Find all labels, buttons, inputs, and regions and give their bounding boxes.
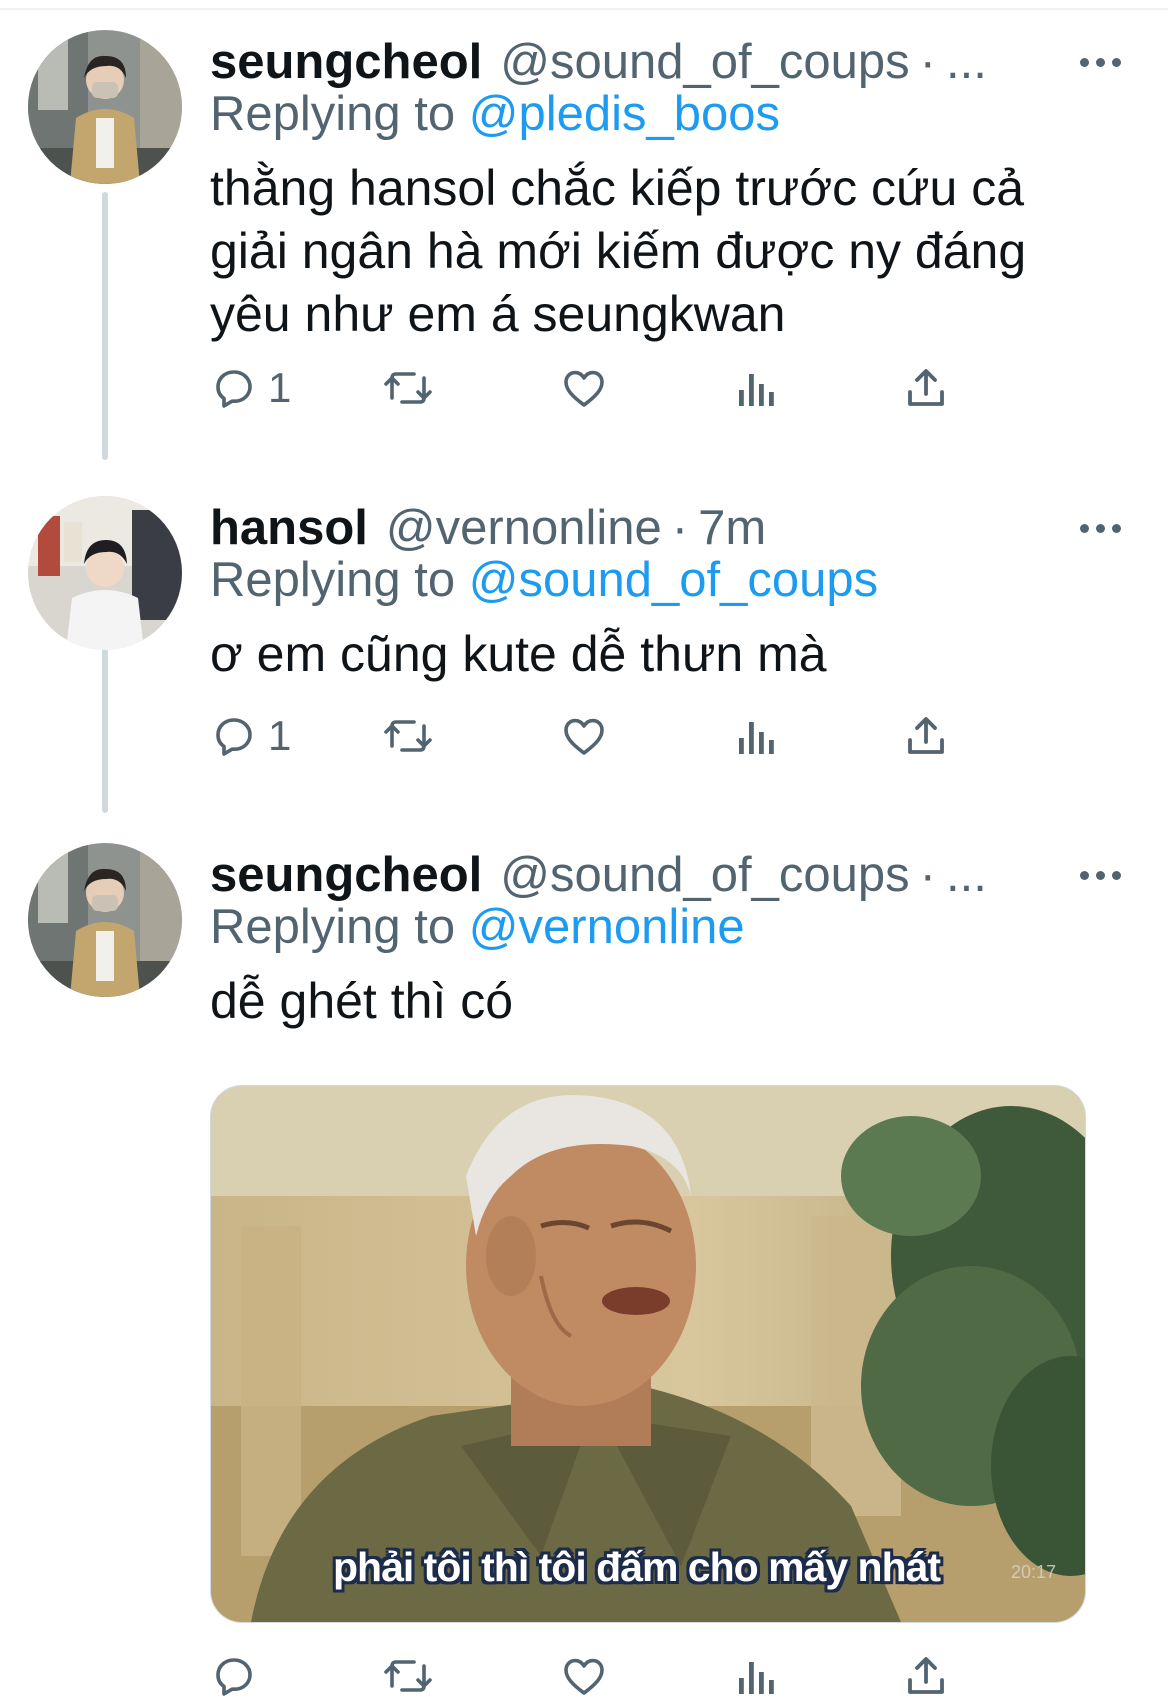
- timestamp: ...: [945, 35, 987, 89]
- top-divider: [0, 8, 1168, 10]
- tweet-media-image[interactable]: phải tôi thì tôi đấm cho mấy nhát 20:17: [210, 1085, 1086, 1623]
- avatar[interactable]: [28, 843, 182, 997]
- replying-to: Replying to @sound_of_coups: [210, 548, 878, 612]
- action-bar: [210, 1646, 1030, 1706]
- separator-dot: ·: [919, 35, 936, 89]
- retweet-button[interactable]: [382, 1646, 434, 1706]
- reply-button[interactable]: 1: [210, 706, 291, 766]
- share-icon: [902, 712, 950, 760]
- replying-prefix: Replying to: [210, 553, 469, 607]
- retweet-icon: [382, 364, 434, 412]
- views-icon: [735, 1652, 779, 1700]
- reply-icon: [210, 364, 258, 412]
- views-button[interactable]: [735, 358, 779, 418]
- reply-icon: [210, 712, 258, 760]
- thread-line: [102, 192, 108, 460]
- tweet-text: dễ ghét thì có: [210, 970, 1110, 1033]
- views-button[interactable]: [735, 706, 779, 766]
- thread-line: [102, 648, 108, 813]
- meme-image: [211, 1086, 1085, 1622]
- mention-link[interactable]: @pledis_boos: [469, 87, 780, 141]
- image-subtitle: phải tôi thì tôi đấm cho mấy nhát: [333, 1544, 941, 1590]
- avatar[interactable]: [28, 30, 182, 184]
- action-bar: 1: [210, 358, 1030, 418]
- replying-to: Replying to @pledis_boos: [210, 82, 780, 146]
- heart-icon: [560, 364, 608, 412]
- action-bar: 1: [210, 706, 1030, 766]
- share-icon: [902, 1652, 950, 1700]
- reply-count: 1: [268, 364, 292, 411]
- tweet-text-line: ơ em cũng kute dễ thưn mà: [210, 626, 827, 682]
- reply-button[interactable]: 1: [210, 358, 291, 418]
- replying-prefix: Replying to: [210, 87, 469, 141]
- replying-prefix: Replying to: [210, 900, 469, 954]
- heart-icon: [560, 1652, 608, 1700]
- reply-icon: [210, 1652, 258, 1700]
- like-button[interactable]: [560, 358, 608, 418]
- timestamp: ...: [945, 848, 987, 902]
- share-button[interactable]: [902, 358, 950, 418]
- tweet-text-line: thằng hansol chắc kiếp trước cứu cả: [210, 160, 1025, 216]
- mention-link[interactable]: @sound_of_coups: [469, 553, 878, 607]
- tweet-text: thằng hansol chắc kiếp trước cứu cả giải…: [210, 157, 1110, 346]
- more-icon[interactable]: [1080, 865, 1140, 885]
- share-button[interactable]: [902, 706, 950, 766]
- heart-icon: [560, 712, 608, 760]
- more-icon[interactable]: [1080, 518, 1140, 538]
- retweet-button[interactable]: [382, 706, 434, 766]
- separator-dot: ·: [919, 848, 936, 902]
- avatar[interactable]: [28, 496, 182, 650]
- reply-count: 1: [268, 712, 292, 759]
- like-button[interactable]: [560, 1646, 608, 1706]
- views-icon: [735, 712, 779, 760]
- share-button[interactable]: [902, 1646, 950, 1706]
- views-button[interactable]: [735, 1646, 779, 1706]
- tweet-text-line: giải ngân hà mới kiếm được ny đáng: [210, 223, 1027, 279]
- replying-to: Replying to @vernonline: [210, 895, 745, 959]
- image-timestamp: 20:17: [1011, 1562, 1057, 1582]
- tweet-text-line: yêu như em á seungkwan: [210, 286, 786, 342]
- views-icon: [735, 364, 779, 412]
- retweet-button[interactable]: [382, 358, 434, 418]
- reply-button[interactable]: [210, 1646, 268, 1706]
- tweet-text: ơ em cũng kute dễ thưn mà: [210, 623, 1110, 686]
- more-icon[interactable]: [1080, 52, 1140, 72]
- retweet-icon: [382, 1652, 434, 1700]
- tweet-text-line: dễ ghét thì có: [210, 973, 514, 1029]
- like-button[interactable]: [560, 706, 608, 766]
- share-icon: [902, 364, 950, 412]
- retweet-icon: [382, 712, 434, 760]
- mention-link[interactable]: @vernonline: [469, 900, 745, 954]
